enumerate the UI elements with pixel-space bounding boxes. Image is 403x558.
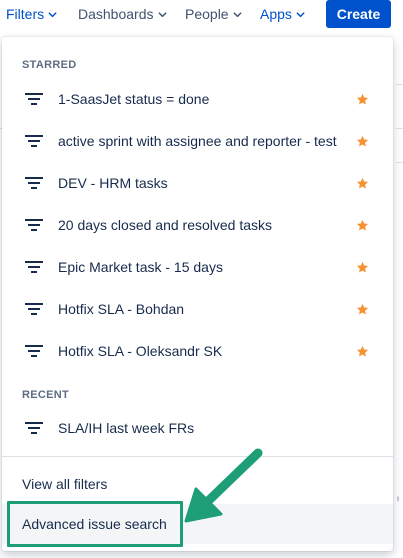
recent-section-title: RECENT (22, 389, 70, 401)
nav-people[interactable]: People (185, 4, 243, 24)
filter-icon (25, 303, 43, 315)
filter-item-label: SLA/IH last week FRs (58, 420, 195, 436)
nav-filters[interactable]: Filters (6, 4, 58, 24)
chevron-down-icon (47, 9, 58, 20)
filter-item-label: 20 days closed and resolved tasks (58, 217, 273, 233)
filter-icon (25, 135, 43, 147)
create-button[interactable]: Create (326, 0, 391, 28)
starred-section-title: STARRED (22, 59, 77, 71)
filter-icon (25, 93, 43, 105)
jira-screen: Filters Dashboards People Apps Create ' … (0, 0, 403, 558)
nav-dashboards-label: Dashboards (78, 6, 154, 22)
filter-item-label: 1-SaasJet status = done (58, 91, 210, 107)
background-fragment (396, 128, 403, 129)
star-icon[interactable] (356, 345, 369, 358)
nav-apps[interactable]: Apps (260, 4, 306, 24)
star-icon[interactable] (356, 303, 369, 316)
chevron-down-icon (157, 9, 168, 20)
nav-people-label: People (185, 6, 229, 22)
filter-icon (25, 261, 43, 273)
view-all-filters-label: View all filters (22, 476, 108, 492)
filter-icon (25, 219, 43, 231)
background-fragment (396, 84, 403, 85)
starred-filter-item[interactable]: 1-SaasJet status = done (2, 79, 393, 121)
starred-filter-item[interactable]: Epic Market task - 15 days (2, 247, 393, 289)
star-icon[interactable] (356, 261, 369, 274)
starred-filter-item[interactable]: Hotfix SLA - Bohdan (2, 289, 393, 331)
nav-dashboards[interactable]: Dashboards (78, 4, 168, 24)
star-icon[interactable] (356, 219, 369, 232)
background-fragment: ' (396, 492, 401, 517)
star-icon[interactable] (356, 135, 369, 148)
menu-divider (2, 456, 393, 457)
starred-filter-item[interactable]: 20 days closed and resolved tasks (2, 205, 393, 247)
annotation-highlight-box (7, 501, 183, 547)
filter-icon (25, 422, 43, 434)
chevron-down-icon (232, 9, 243, 20)
filter-item-label: DEV - HRM tasks (58, 175, 168, 191)
nav-apps-label: Apps (260, 6, 292, 22)
starred-filter-item[interactable]: DEV - HRM tasks (2, 163, 393, 205)
starred-filter-item[interactable]: active sprint with assignee and reporter… (2, 121, 393, 163)
starred-filter-item[interactable]: Hotfix SLA - Oleksandr SK (2, 331, 393, 373)
filters-dropdown: STARRED 1-SaasJet status = done active s… (2, 37, 393, 551)
filter-item-label: Epic Market task - 15 days (58, 259, 223, 275)
star-icon[interactable] (356, 93, 369, 106)
chevron-down-icon (295, 9, 306, 20)
top-navigation: Filters Dashboards People Apps Create (0, 0, 403, 28)
nav-filters-label: Filters (6, 6, 45, 22)
view-all-filters-link[interactable]: View all filters (2, 464, 393, 504)
filter-item-label: active sprint with assignee and reporter… (58, 133, 337, 149)
filter-icon (25, 345, 43, 357)
recent-filter-item[interactable]: SLA/IH last week FRs (2, 408, 393, 450)
star-icon[interactable] (356, 177, 369, 190)
background-fragment (396, 162, 403, 163)
filter-icon (25, 177, 43, 189)
filter-item-label: Hotfix SLA - Bohdan (58, 301, 185, 317)
filter-item-label: Hotfix SLA - Oleksandr SK (58, 343, 223, 359)
